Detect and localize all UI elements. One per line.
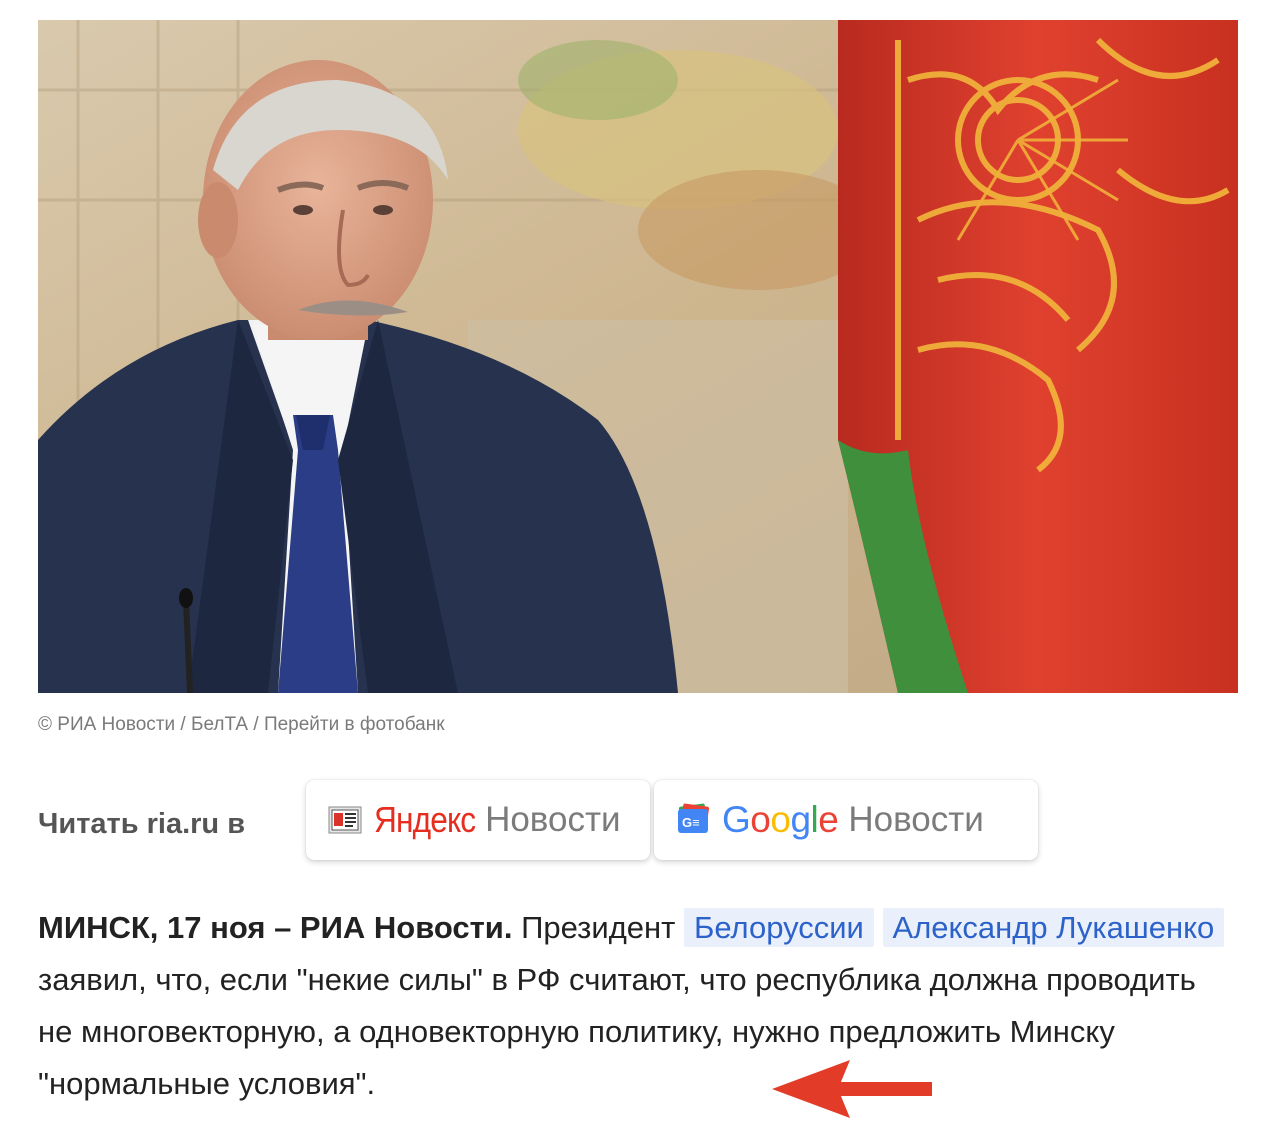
article-dateline: МИНСК, 17 ноя – РИА Новости. [38, 910, 513, 945]
newspaper-icon [326, 801, 364, 839]
photobank-link[interactable]: Перейти в фотобанк [264, 714, 445, 735]
photo-caption: © РИА Новости / БелТА / Перейти в фотоба… [38, 714, 445, 736]
article-body: МИНСК, 17 ноя – РИА Новости. Президент Б… [38, 902, 1238, 1110]
read-in-aggregators: Читать ria.ru в Яндекс Новости G≡ Google… [38, 780, 1138, 860]
tag-link-lukashenko[interactable]: Александр Лукашенко [882, 908, 1225, 947]
read-in-label: Читать ria.ru в [38, 808, 246, 840]
portrait-image [38, 20, 1238, 693]
yandex-news-button[interactable]: Яндекс Новости [306, 780, 650, 860]
article-text: Президент [512, 910, 684, 945]
left-arrow-icon [772, 1060, 932, 1118]
article-photo [38, 20, 1238, 693]
caption-separator: / [253, 714, 259, 735]
agency-text: БелТА [190, 714, 249, 735]
google-news-label: Новости [848, 800, 984, 839]
google-news-button[interactable]: G≡ Google Новости [654, 780, 1038, 860]
yandex-news-label: Новости [485, 800, 621, 839]
caption-separator: / [180, 714, 186, 735]
svg-text:G≡: G≡ [682, 815, 700, 830]
google-brand: Google [722, 799, 839, 840]
yandex-brand: Яндекс [374, 799, 476, 840]
article-text: заявил, что, если "некие силы" в РФ счит… [38, 962, 1196, 1101]
tag-link-belarus[interactable]: Белоруссии [683, 908, 874, 947]
copyright-text: © РИА Новости [38, 714, 176, 735]
google-news-icon: G≡ [674, 801, 712, 839]
